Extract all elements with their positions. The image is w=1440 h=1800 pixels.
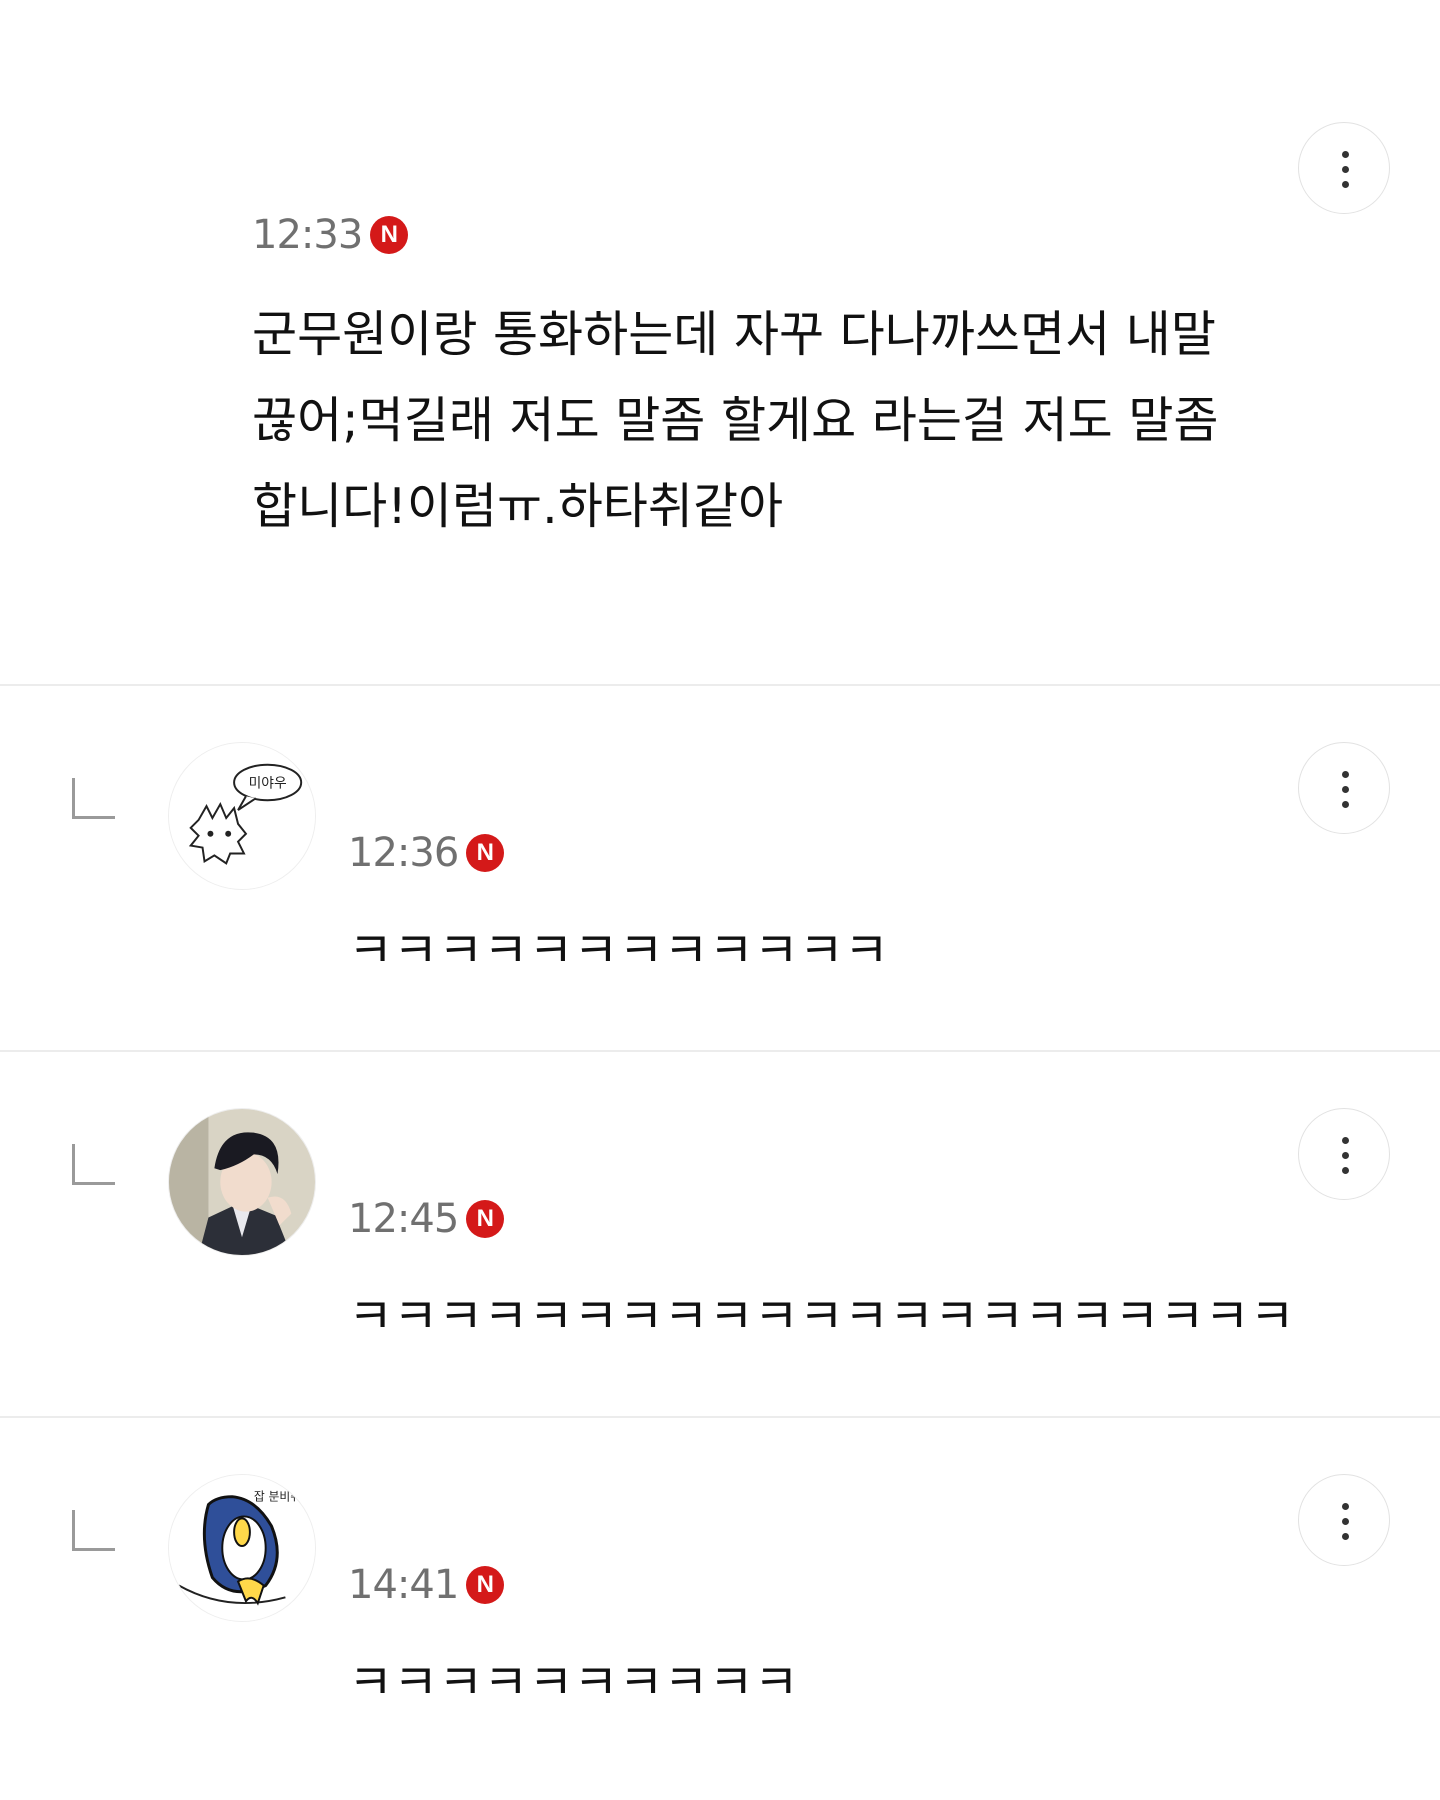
reply-arrow-icon [72, 1510, 115, 1551]
reply-item: 미야우 12:36 N ㅋㅋㅋㅋㅋㅋㅋㅋㅋㅋㅋㅋ [0, 686, 1440, 1050]
penguin-sticker-avatar-icon[interactable]: 잡 분비취 [168, 1474, 316, 1622]
comment-text-line: 군무원이랑 통화하는데 자꾸 다나까쓰면서 내말 [252, 306, 1216, 363]
comment-time: 14:41 [348, 1562, 459, 1608]
reply-item: 12:45 N ㅋㅋㅋㅋㅋㅋㅋㅋㅋㅋㅋㅋㅋㅋㅋㅋㅋㅋㅋㅋㅋ [0, 1052, 1440, 1416]
comment-meta: 14:41 N [348, 1562, 505, 1608]
new-badge-icon: N [370, 216, 409, 254]
comment-item: 12:33 N 군무원이랑 통화하는데 자꾸 다나까쓰면서 내말 끊어;먹길래 … [0, 0, 1440, 686]
reply-item: 잡 분비취 14:41 N ㅋㅋㅋㅋㅋㅋㅋㅋㅋㅋ [0, 1418, 1440, 1800]
comment-time: 12:36 [348, 830, 459, 876]
more-options-button[interactable] [1298, 742, 1390, 834]
more-options-button[interactable] [1298, 122, 1390, 214]
svg-text:잡 분비취: 잡 분비취 [254, 1490, 301, 1504]
comment-text: 군무원이랑 통화하는데 자꾸 다나까쓰면서 내말 끊어;먹길래 저도 말좀 할게… [252, 292, 1218, 550]
comment-meta: 12:36 N [348, 830, 505, 876]
cat-doodle-avatar-icon[interactable]: 미야우 [168, 742, 316, 890]
more-vertical-icon [1342, 1503, 1349, 1510]
new-badge-icon: N [466, 1566, 505, 1604]
comment-text-line: 끊어;먹길래 저도 말좀 할게요 라는걸 저도 말좀 [252, 392, 1219, 449]
reply-arrow-icon [72, 1144, 115, 1185]
svg-text:미야우: 미야우 [249, 775, 287, 791]
comment-meta: 12:45 N [348, 1196, 505, 1242]
anime-man-avatar-icon[interactable] [168, 1108, 316, 1256]
new-badge-icon: N [466, 834, 505, 872]
comment-text: ㅋㅋㅋㅋㅋㅋㅋㅋㅋㅋ [348, 1654, 799, 1711]
reply-arrow-icon [72, 778, 115, 819]
more-vertical-icon [1342, 1137, 1349, 1144]
comment-time: 12:33 [252, 212, 363, 258]
more-options-button[interactable] [1298, 1108, 1390, 1200]
comment-meta: 12:33 N [252, 212, 409, 258]
comment-text-line: 합니다!이럼ㅠ.하타취같아 [252, 478, 784, 535]
comment-text: ㅋㅋㅋㅋㅋㅋㅋㅋㅋㅋㅋㅋ [348, 922, 889, 979]
more-vertical-icon [1342, 151, 1349, 158]
new-badge-icon: N [466, 1200, 505, 1238]
more-vertical-icon [1342, 771, 1349, 778]
comment-time: 12:45 [348, 1196, 459, 1242]
comment-text: ㅋㅋㅋㅋㅋㅋㅋㅋㅋㅋㅋㅋㅋㅋㅋㅋㅋㅋㅋㅋㅋ [348, 1288, 1295, 1345]
more-options-button[interactable] [1298, 1474, 1390, 1566]
